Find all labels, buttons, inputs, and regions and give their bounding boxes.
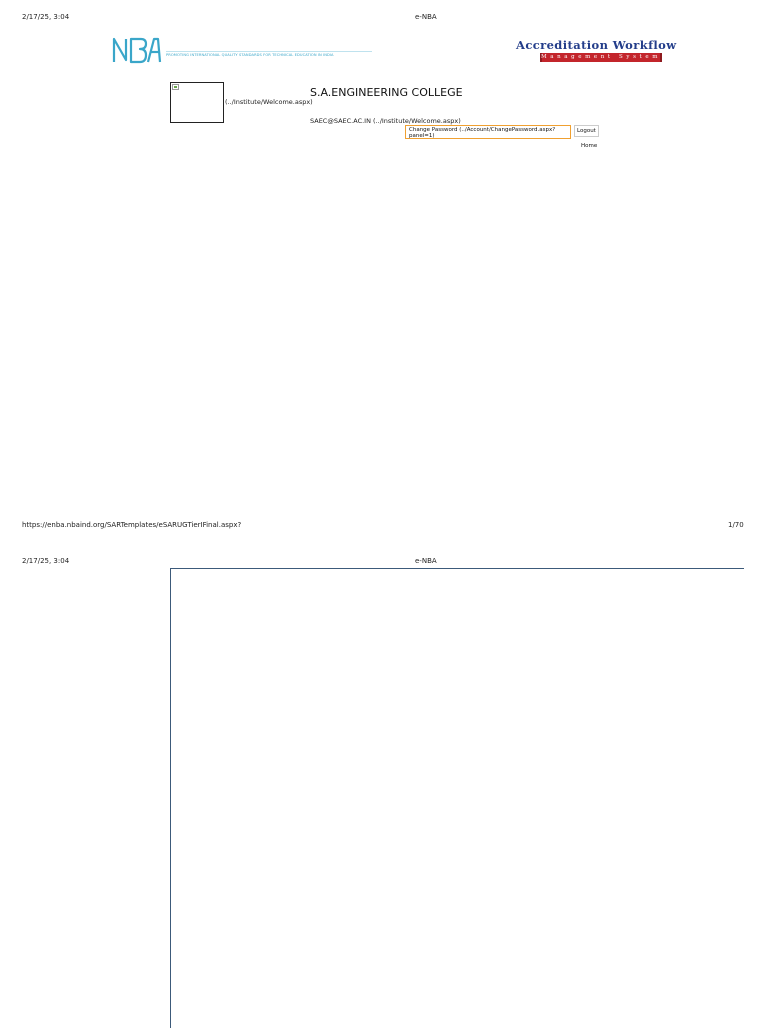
nba-tagline: PROMOTING INTERNATIONAL QUALITY STANDARD… [166, 53, 334, 57]
institute-image-link-url[interactable]: (../Institute/Welcome.aspx) [225, 98, 313, 106]
print-title: e-NBA [415, 13, 437, 21]
print-datetime: 2/17/25, 3:04 [22, 13, 70, 21]
print-url: https://enba.nbaind.org/SARTemplates/eSA… [22, 521, 242, 529]
change-password-link[interactable]: Change Password (../Account/ChangePasswo… [409, 127, 569, 139]
broken-image-icon [172, 84, 179, 90]
college-name: S.A.ENGINEERING COLLEGE [310, 86, 463, 99]
page2-datetime: 2/17/25, 3:04 [22, 557, 70, 565]
aw-logo-title: Accreditation Workflow [516, 38, 677, 52]
aw-logo-subtitle: Management System [540, 54, 662, 60]
institute-email-link[interactable]: SAEC@SAEC.AC.IN (../Institute/Welcome.as… [310, 117, 461, 125]
page2-content-frame [170, 568, 744, 1028]
home-link[interactable]: Home [581, 143, 597, 149]
page2-title: e-NBA [415, 557, 437, 565]
print-page-number: 1/70 [728, 521, 744, 529]
nba-logo [112, 37, 162, 64]
nba-tagline-rule [166, 51, 372, 52]
logout-label[interactable]: Logout [577, 128, 596, 134]
